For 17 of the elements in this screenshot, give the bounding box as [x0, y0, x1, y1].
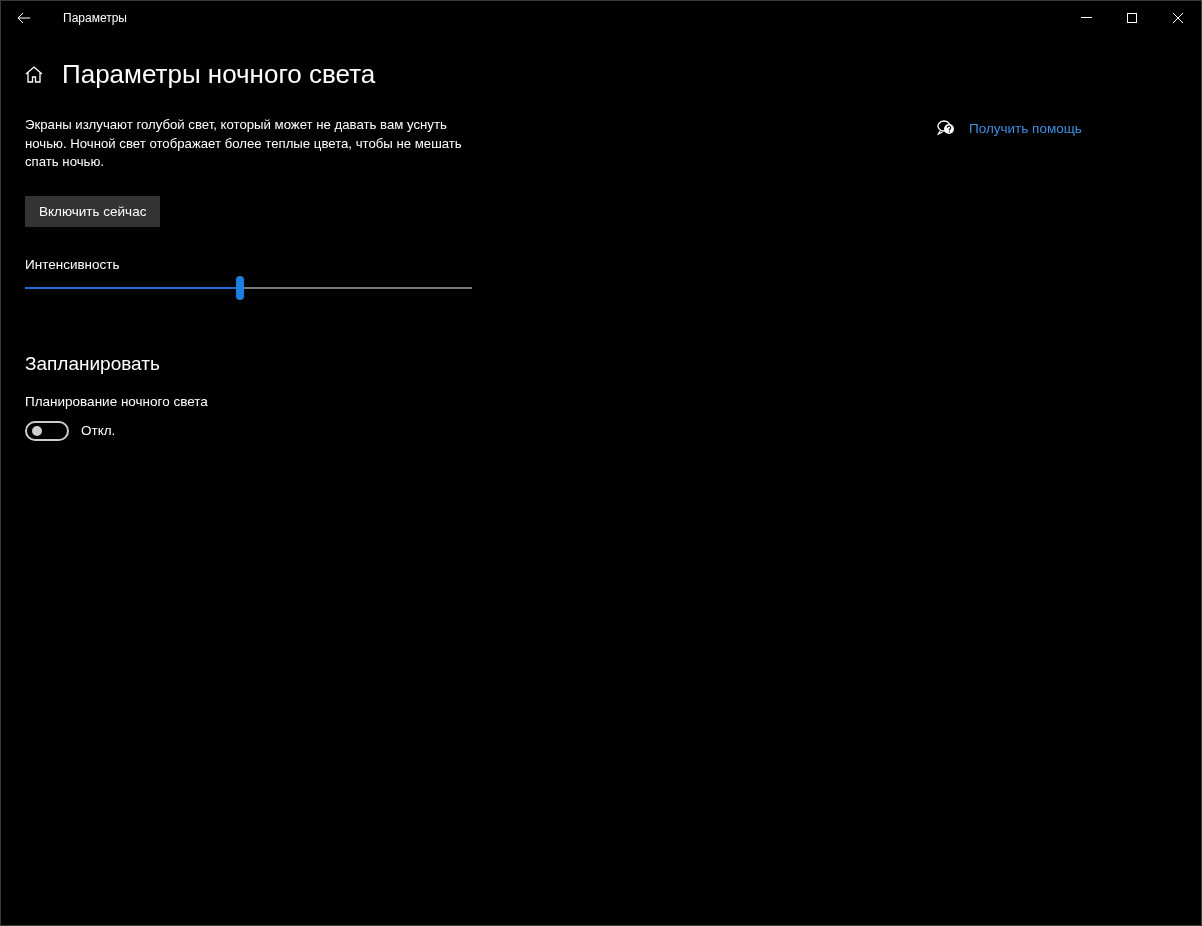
- description-text: Экраны излучают голубой свет, который может не давать вам уснуть ночью. Ночной свет отображает более теплые цвета, чтобы не мешать спать ночью.: [25, 116, 463, 171]
- minimize-icon: [1080, 17, 1092, 18]
- window-title: Параметры: [63, 10, 128, 25]
- toggle-state-text: Откл.: [81, 423, 116, 438]
- section-heading: Запланировать: [25, 352, 161, 375]
- home-icon[interactable]: [25, 65, 43, 83]
- slider-thumb[interactable]: [235, 275, 244, 300]
- back-arrow-icon: [17, 11, 31, 24]
- schedule-label: Планирование ночного света: [25, 393, 209, 409]
- page-title: Параметры ночного света: [62, 58, 376, 90]
- intensity-label: Интенсивность: [25, 256, 121, 272]
- chat-help-icon: [937, 120, 955, 136]
- get-help-link[interactable]: Получить помощь: [969, 120, 1082, 136]
- close-icon: [1173, 12, 1183, 23]
- enable-now-button[interactable]: Включить сейчас: [25, 195, 161, 227]
- schedule-toggle[interactable]: [25, 420, 69, 441]
- maximize-icon: [1127, 12, 1137, 23]
